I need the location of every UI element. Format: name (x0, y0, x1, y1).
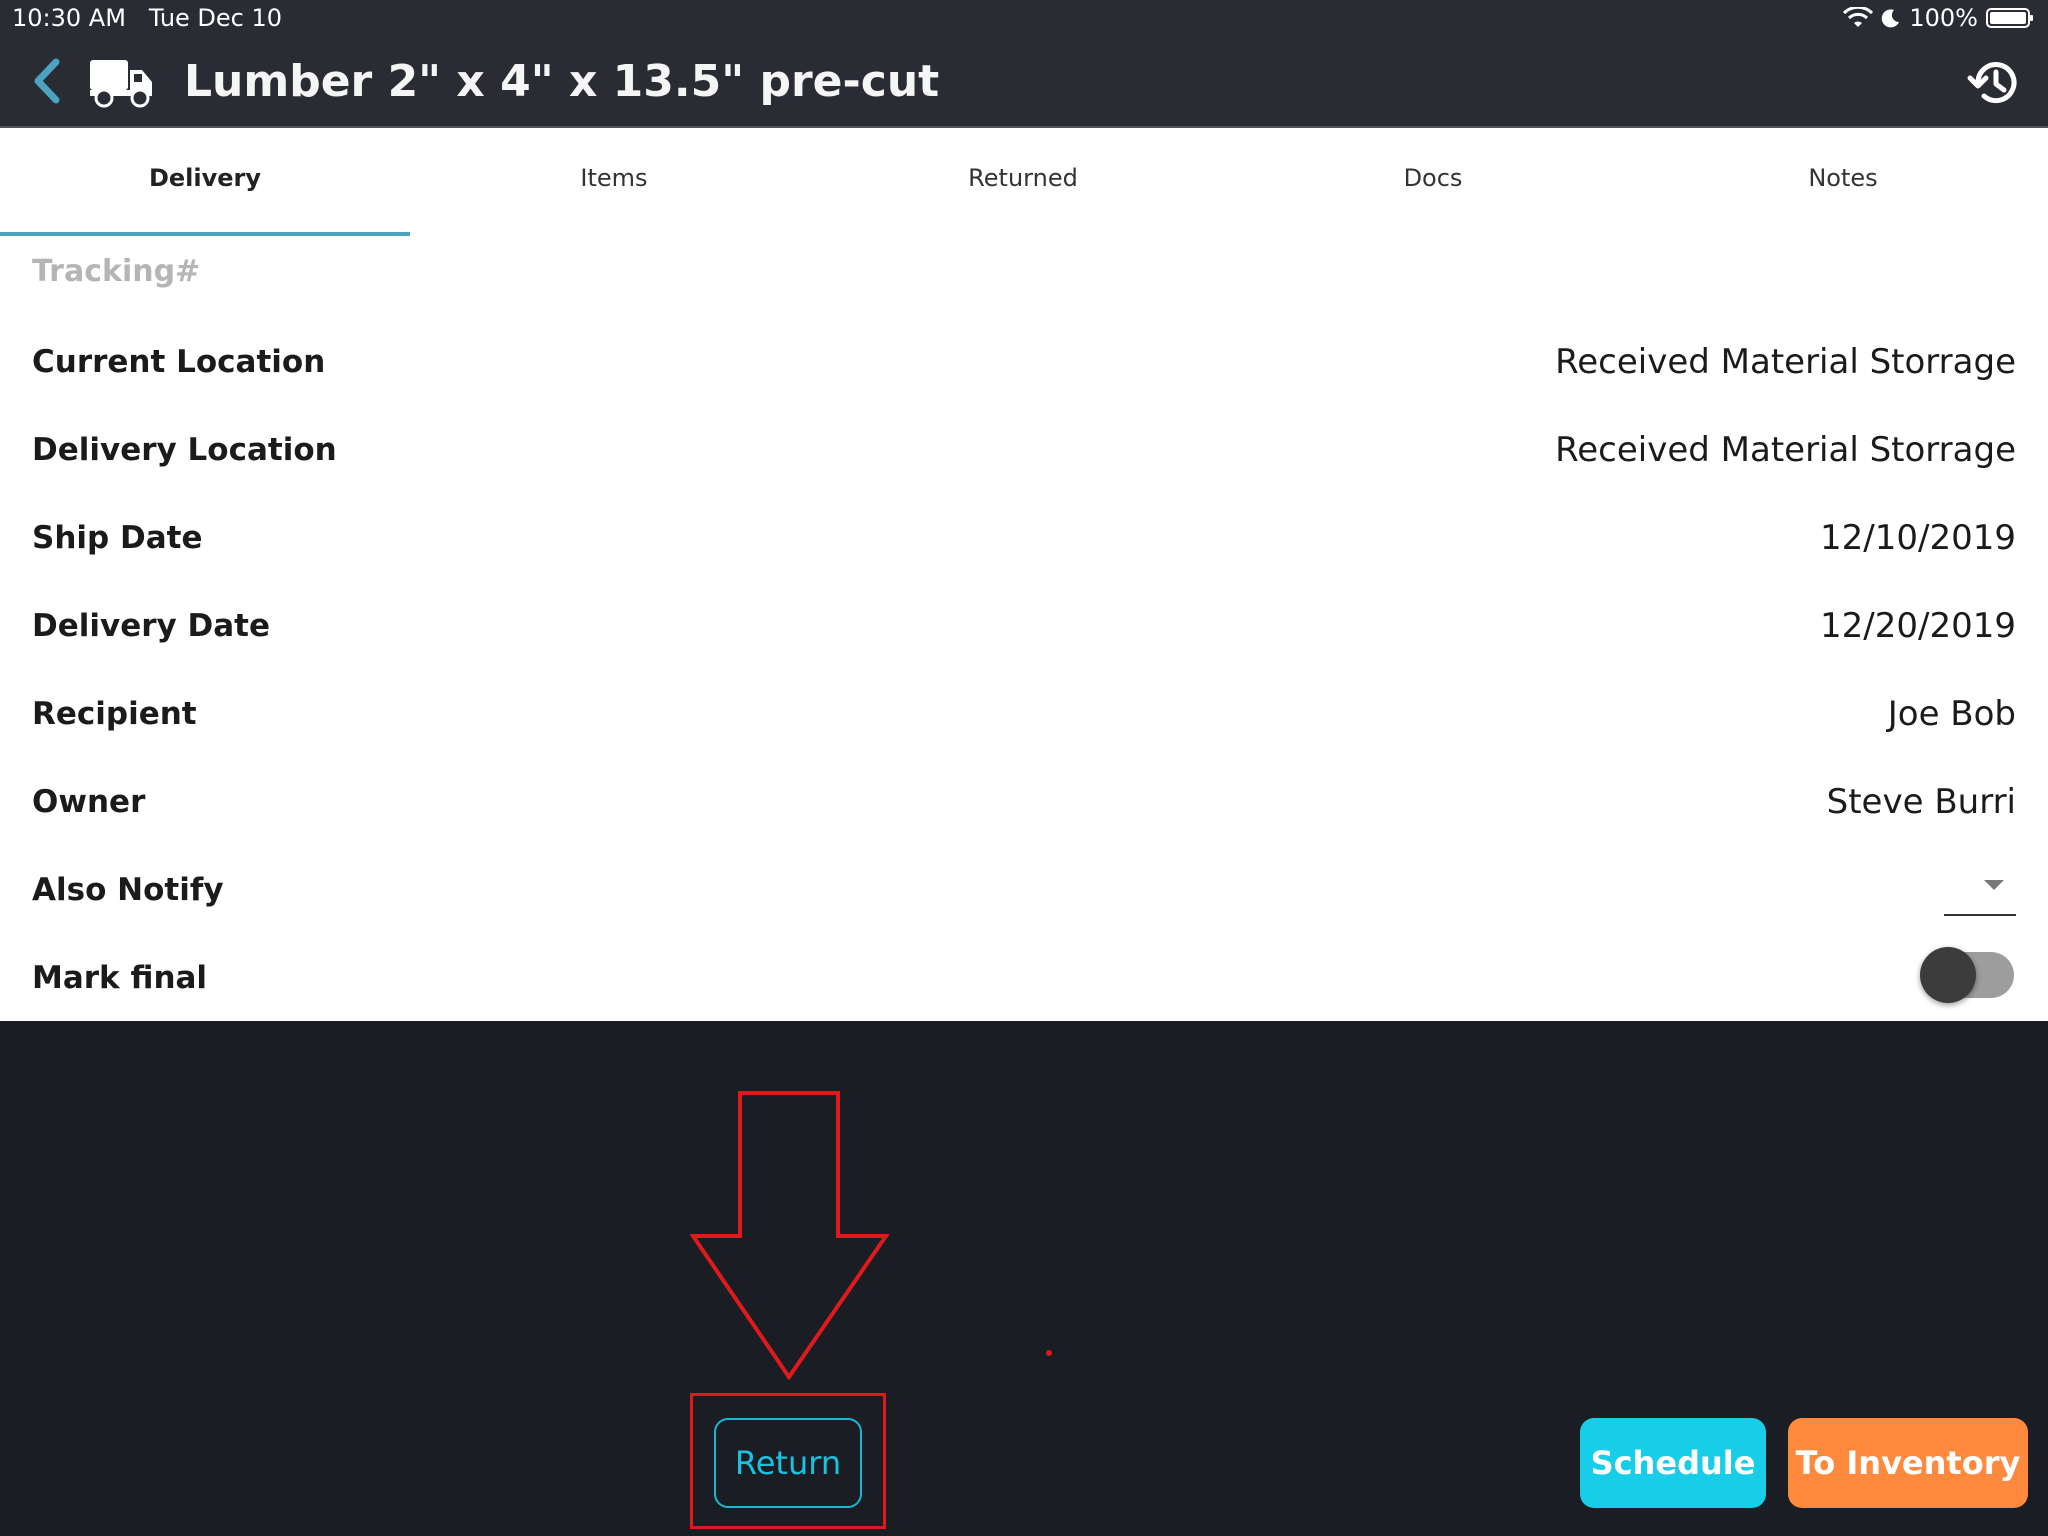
tab-notes[interactable]: Notes (1638, 128, 2048, 232)
current-location-row: Current Location Received Material Storr… (32, 334, 2016, 394)
status-indicators: 100% (1843, 4, 2034, 32)
current-location-label: Current Location (32, 344, 326, 380)
owner-row: Owner Steve Burri (32, 774, 2016, 834)
history-icon[interactable] (1966, 56, 2022, 110)
status-date: Tue Dec 10 (148, 4, 283, 32)
battery-percent: 100% (1909, 4, 1978, 32)
delivery-date-row: Delivery Date 12/20/2019 (32, 598, 2016, 658)
recipient-label: Recipient (32, 696, 197, 732)
annotation-down-arrow (690, 1091, 890, 1380)
also-notify-select[interactable] (1944, 864, 2016, 916)
to-inventory-button[interactable]: To Inventory (1788, 1418, 2028, 1508)
recipient-row: Recipient Joe Bob (32, 686, 2016, 746)
status-time-date: 10:30 AM Tue Dec 10 (12, 4, 282, 32)
status-time: 10:30 AM (12, 4, 126, 32)
caret-down-icon (1984, 880, 2004, 890)
delivery-date-label: Delivery Date (32, 608, 271, 644)
ship-date-label: Ship Date (32, 520, 203, 556)
also-notify-row: Also Notify (32, 862, 2016, 922)
delivery-date-value[interactable]: 12/20/2019 (1820, 606, 2016, 646)
ship-date-value[interactable]: 12/10/2019 (1820, 518, 2016, 558)
moon-icon (1882, 9, 1900, 28)
current-location-value[interactable]: Received Material Storrage (1555, 342, 2016, 382)
battery-icon (1986, 8, 2033, 28)
annotation-dot (1046, 1350, 1052, 1356)
tab-returned[interactable]: Returned (818, 128, 1228, 232)
owner-label: Owner (32, 784, 146, 820)
mark-final-label: Mark final (32, 960, 208, 996)
tracking-input[interactable]: Tracking# (32, 254, 200, 289)
tab-bar: Delivery Items Returned Docs Notes (0, 128, 2048, 236)
return-button[interactable]: Return (714, 1418, 862, 1508)
delivery-location-row: Delivery Location Received Material Stor… (32, 422, 2016, 482)
delivery-location-label: Delivery Location (32, 432, 337, 468)
ship-date-row: Ship Date 12/10/2019 (32, 510, 2016, 570)
wifi-icon (1843, 7, 1874, 27)
status-bar: 10:30 AM Tue Dec 10 100% (0, 0, 2048, 38)
toggle-thumb (1920, 947, 1976, 1003)
page-title: Lumber 2" x 4" x 13.5" pre-cut (184, 56, 940, 107)
delivery-detail-panel: Delivery Items Returned Docs Notes Track… (0, 128, 2048, 1021)
owner-value[interactable]: Steve Burri (1827, 782, 2016, 822)
truck-icon (90, 60, 152, 108)
delivery-location-value[interactable]: Received Material Storrage (1555, 430, 2016, 470)
chevron-left-icon[interactable] (26, 56, 66, 106)
nav-bar: Lumber 2" x 4" x 13.5" pre-cut (0, 38, 2048, 128)
recipient-value[interactable]: Joe Bob (1888, 694, 2016, 734)
mark-final-toggle[interactable] (1920, 944, 2016, 1004)
tab-delivery[interactable]: Delivery (0, 128, 410, 236)
tab-docs[interactable]: Docs (1228, 128, 1638, 232)
tab-items[interactable]: Items (409, 128, 819, 232)
also-notify-label: Also Notify (32, 872, 224, 908)
schedule-button[interactable]: Schedule (1580, 1418, 1766, 1508)
mark-final-row: Mark final (32, 947, 2016, 1010)
